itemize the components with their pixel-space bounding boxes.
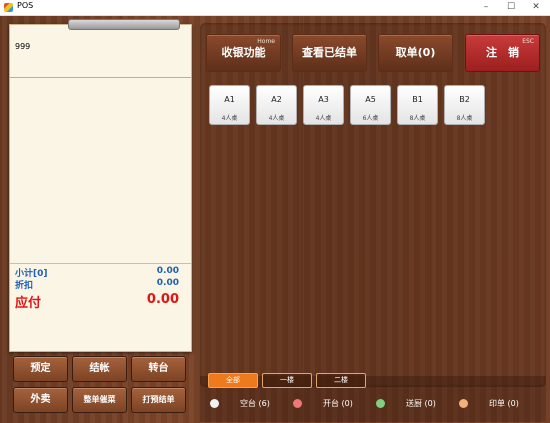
legend-dot-sent-kitchen bbox=[376, 399, 385, 408]
rush-all-button[interactable]: 整单催菜 bbox=[72, 387, 127, 413]
table-capacity: 4人桌 bbox=[315, 115, 332, 122]
logout-label: 注 销 bbox=[486, 46, 519, 59]
floor-tab-all[interactable]: 全部 bbox=[208, 373, 258, 388]
close-button[interactable]: ✕ bbox=[524, 0, 548, 15]
table-capacity: 4人桌 bbox=[268, 115, 285, 122]
table-card-a2[interactable]: A2 4人桌 bbox=[256, 85, 297, 125]
window-title: POS bbox=[17, 1, 34, 10]
legend-sent-kitchen: 送厨 (0) bbox=[406, 399, 436, 408]
legend-open: 开台 (0) bbox=[323, 399, 353, 408]
legend-dot-open bbox=[293, 399, 302, 408]
table-panel: Home 收银功能 查看已结单 取单(0) ESC 注 销 A1 4人桌 A2 … bbox=[200, 23, 546, 387]
table-card-a1[interactable]: A1 4人桌 bbox=[209, 85, 250, 125]
summary-divider bbox=[10, 263, 191, 264]
legend-printed: 印单 (0) bbox=[489, 399, 519, 408]
table-name: B1 bbox=[412, 95, 423, 104]
amount-due-value: 0.00 bbox=[146, 292, 179, 307]
table-name: A5 bbox=[365, 95, 376, 104]
table-name: B2 bbox=[459, 95, 470, 104]
app-icon bbox=[4, 3, 13, 12]
cashier-function-button[interactable]: Home 收银功能 bbox=[206, 34, 281, 72]
pos-app: 999 小计[0] 0.00 折扣 0.00 应付 0.00 预定 结帐 转台 … bbox=[0, 16, 550, 423]
table-card-a5[interactable]: A5 6人桌 bbox=[350, 85, 391, 125]
amount-due-label: 应付 bbox=[15, 296, 42, 311]
table-capacity: 4人桌 bbox=[221, 115, 238, 122]
table-capacity: 6人桌 bbox=[362, 115, 379, 122]
takeout-button[interactable]: 外卖 bbox=[13, 387, 68, 413]
table-name: A3 bbox=[318, 95, 329, 104]
floor-tab-second[interactable]: 二楼 bbox=[316, 373, 366, 388]
title-bar: POS – ☐ ✕ bbox=[0, 0, 550, 16]
table-name: A1 bbox=[224, 95, 235, 104]
cashier-function-label: 收银功能 bbox=[221, 46, 266, 59]
subtotal-value: 0.00 bbox=[156, 266, 179, 276]
discount-label: 折扣 bbox=[15, 281, 34, 291]
legend-dot-printed bbox=[459, 399, 468, 408]
preprint-bill-button[interactable]: 打预结单 bbox=[131, 387, 186, 413]
table-capacity: 8人桌 bbox=[456, 115, 473, 122]
logout-hotkey-hint: ESC bbox=[522, 38, 534, 45]
maximize-button[interactable]: ☐ bbox=[499, 0, 523, 15]
table-name: A2 bbox=[271, 95, 282, 104]
logout-button[interactable]: ESC 注 销 bbox=[465, 34, 540, 72]
checkout-button[interactable]: 结帐 bbox=[72, 356, 127, 382]
floor-tab-first[interactable]: 一楼 bbox=[262, 373, 312, 388]
take-order-button[interactable]: 取单(0) bbox=[378, 34, 453, 72]
order-receipt: 999 小计[0] 0.00 折扣 0.00 应付 0.00 bbox=[9, 19, 192, 352]
table-card-b2[interactable]: B2 8人桌 bbox=[444, 85, 485, 125]
cashier-hotkey-hint: Home bbox=[257, 38, 275, 45]
view-settled-button[interactable]: 查看已结单 bbox=[292, 34, 367, 72]
clipboard-clip bbox=[68, 19, 180, 30]
transfer-table-button[interactable]: 转台 bbox=[131, 356, 186, 382]
discount-value: 0.00 bbox=[156, 278, 179, 288]
table-card-b1[interactable]: B1 8人桌 bbox=[397, 85, 438, 125]
table-capacity: 8人桌 bbox=[409, 115, 426, 122]
legend-dot-empty bbox=[210, 399, 219, 408]
reserve-button[interactable]: 预定 bbox=[13, 356, 68, 382]
legend-empty: 空台 (6) bbox=[240, 399, 270, 408]
receipt-divider bbox=[10, 77, 191, 78]
minimize-button[interactable]: – bbox=[474, 0, 498, 15]
order-number: 999 bbox=[15, 42, 31, 51]
table-card-a3[interactable]: A3 4人桌 bbox=[303, 85, 344, 125]
